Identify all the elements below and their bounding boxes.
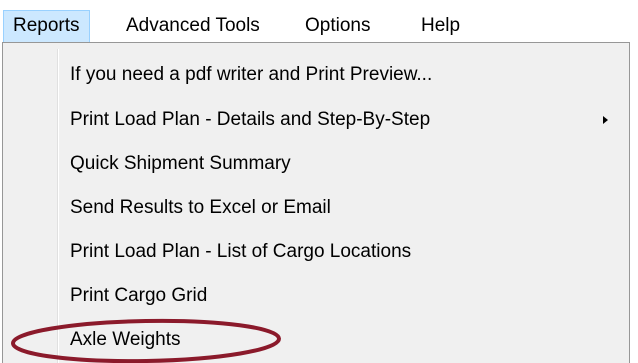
menu-item-print-cargo-grid[interactable]: Print Cargo Grid [70, 277, 207, 315]
menu-item-pdf-writer-print-preview[interactable]: If you need a pdf writer and Print Previ… [70, 56, 432, 94]
menu-item-axle-weights[interactable]: Axle Weights [70, 321, 181, 359]
application-window: Reports Advanced Tools Options Help If y… [0, 0, 638, 363]
menu-item-send-results-excel-email[interactable]: Send Results to Excel or Email [70, 189, 331, 227]
menu-item-quick-shipment-summary[interactable]: Quick Shipment Summary [70, 145, 291, 183]
menubar-advanced-tools[interactable]: Advanced Tools [117, 10, 269, 42]
chevron-right-icon [603, 116, 608, 124]
menubar-options[interactable]: Options [296, 10, 379, 42]
menubar-reports[interactable]: Reports [3, 10, 90, 42]
menubar-help[interactable]: Help [412, 10, 469, 42]
menu-item-print-load-plan-cargo-locations[interactable]: Print Load Plan - List of Cargo Location… [70, 233, 411, 271]
menu-gutter-divider-highlight [58, 49, 59, 363]
menu-item-print-load-plan-details[interactable]: Print Load Plan - Details and Step-By-St… [70, 101, 430, 139]
menu-bar: Reports Advanced Tools Options Help [0, 0, 638, 42]
